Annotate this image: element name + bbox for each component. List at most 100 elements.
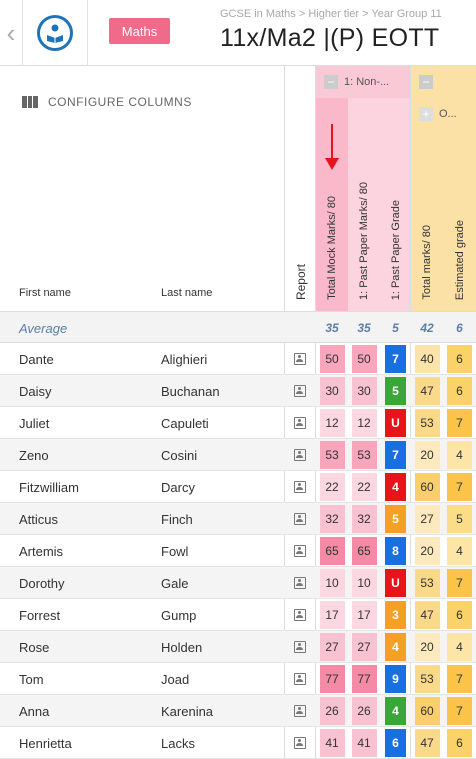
total-marks-cell[interactable]: 53 — [411, 567, 443, 599]
past-paper-grade-cell[interactable]: U — [380, 407, 411, 439]
total-mock-cell[interactable]: 10 — [316, 567, 348, 599]
total-marks-cell[interactable]: 47 — [411, 375, 443, 407]
past-paper-grade-cell[interactable]: 6 — [380, 727, 411, 759]
collapse-minus-icon[interactable]: − — [324, 75, 338, 89]
table-row[interactable]: Forrest Gump 17 17 3 47 6 — [0, 599, 476, 631]
report-cell[interactable] — [285, 535, 315, 567]
column-header-past-paper-grade[interactable]: 1: Past Paper Grade — [380, 90, 411, 300]
total-marks-cell[interactable]: 20 — [411, 535, 443, 567]
past-paper-grade-cell[interactable]: 5 — [380, 503, 411, 535]
estimated-grade-cell[interactable]: 6 — [443, 343, 476, 375]
report-cell[interactable] — [285, 599, 315, 631]
total-marks-cell[interactable]: 60 — [411, 695, 443, 727]
report-card-icon[interactable] — [294, 481, 306, 493]
total-mock-cell[interactable]: 30 — [316, 375, 348, 407]
report-card-icon[interactable] — [294, 385, 306, 397]
total-mock-cell[interactable]: 12 — [316, 407, 348, 439]
report-card-icon[interactable] — [294, 545, 306, 557]
report-cell[interactable] — [285, 375, 315, 407]
report-card-icon[interactable] — [294, 353, 306, 365]
estimated-grade-cell[interactable]: 7 — [443, 695, 476, 727]
past-paper-marks-cell[interactable]: 10 — [348, 567, 380, 599]
past-paper-marks-cell[interactable]: 77 — [348, 663, 380, 695]
estimated-grade-cell[interactable]: 6 — [443, 599, 476, 631]
table-row[interactable]: Anna Karenina 26 26 4 60 7 — [0, 695, 476, 727]
estimated-grade-cell[interactable]: 7 — [443, 407, 476, 439]
column-header-first-name[interactable]: First name — [19, 287, 71, 299]
back-chevron-icon[interactable]: ‹ — [0, 0, 22, 66]
table-row[interactable]: Henrietta Lacks 41 41 6 47 6 — [0, 727, 476, 759]
past-paper-grade-cell[interactable]: 4 — [380, 471, 411, 503]
total-mock-cell[interactable]: 53 — [316, 439, 348, 471]
past-paper-marks-cell[interactable]: 30 — [348, 375, 380, 407]
estimated-grade-cell[interactable]: 7 — [443, 663, 476, 695]
report-cell[interactable] — [285, 567, 315, 599]
report-cell[interactable] — [285, 695, 315, 727]
report-card-icon[interactable] — [294, 609, 306, 621]
report-cell[interactable] — [285, 663, 315, 695]
past-paper-marks-cell[interactable]: 50 — [348, 343, 380, 375]
report-card-icon[interactable] — [294, 513, 306, 525]
total-mock-cell[interactable]: 50 — [316, 343, 348, 375]
table-row[interactable]: Daisy Buchanan 30 30 5 47 6 — [0, 375, 476, 407]
past-paper-grade-cell[interactable]: 4 — [380, 695, 411, 727]
past-paper-grade-cell[interactable]: 5 — [380, 375, 411, 407]
column-header-total-mock[interactable]: Total Mock Marks/ 80 — [316, 90, 348, 300]
total-marks-cell[interactable]: 27 — [411, 503, 443, 535]
total-mock-cell[interactable]: 77 — [316, 663, 348, 695]
total-mock-cell[interactable]: 22 — [316, 471, 348, 503]
total-marks-cell[interactable]: 20 — [411, 439, 443, 471]
table-row[interactable]: Juliet Capuleti 12 12 U 53 7 — [0, 407, 476, 439]
report-cell[interactable] — [285, 439, 315, 471]
table-row[interactable]: Dorothy Gale 10 10 U 53 7 — [0, 567, 476, 599]
column-header-last-name[interactable]: Last name — [161, 287, 212, 299]
estimated-grade-cell[interactable]: 7 — [443, 471, 476, 503]
total-mock-cell[interactable]: 17 — [316, 599, 348, 631]
report-card-icon[interactable] — [294, 449, 306, 461]
column-header-total-marks[interactable]: Total marks/ 80 — [411, 90, 443, 300]
past-paper-grade-cell[interactable]: 7 — [380, 439, 411, 471]
past-paper-marks-cell[interactable]: 32 — [348, 503, 380, 535]
collapse-minus-icon[interactable]: − — [419, 75, 433, 89]
column-header-report[interactable]: Report — [285, 90, 316, 300]
past-paper-marks-cell[interactable]: 22 — [348, 471, 380, 503]
total-marks-cell[interactable]: 20 — [411, 631, 443, 663]
past-paper-grade-cell[interactable]: 4 — [380, 631, 411, 663]
total-marks-cell[interactable]: 53 — [411, 407, 443, 439]
past-paper-grade-cell[interactable]: 7 — [380, 343, 411, 375]
table-row[interactable]: Artemis Fowl 65 65 8 20 4 — [0, 535, 476, 567]
configure-columns-button[interactable]: CONFIGURE COLUMNS — [22, 95, 192, 109]
past-paper-grade-cell[interactable]: 8 — [380, 535, 411, 567]
estimated-grade-cell[interactable]: 4 — [443, 535, 476, 567]
table-row[interactable]: Fitzwilliam Darcy 22 22 4 60 7 — [0, 471, 476, 503]
table-row[interactable]: Tom Joad 77 77 9 53 7 — [0, 663, 476, 695]
report-cell[interactable] — [285, 727, 315, 759]
report-card-icon[interactable] — [294, 737, 306, 749]
report-card-icon[interactable] — [294, 673, 306, 685]
total-mock-cell[interactable]: 41 — [316, 727, 348, 759]
report-card-icon[interactable] — [294, 705, 306, 717]
past-paper-marks-cell[interactable]: 53 — [348, 439, 380, 471]
past-paper-marks-cell[interactable]: 12 — [348, 407, 380, 439]
total-marks-cell[interactable]: 53 — [411, 663, 443, 695]
past-paper-marks-cell[interactable]: 17 — [348, 599, 380, 631]
estimated-grade-cell[interactable]: 7 — [443, 567, 476, 599]
estimated-grade-cell[interactable]: 4 — [443, 631, 476, 663]
report-card-icon[interactable] — [294, 577, 306, 589]
report-card-icon[interactable] — [294, 641, 306, 653]
total-marks-cell[interactable]: 47 — [411, 727, 443, 759]
past-paper-marks-cell[interactable]: 26 — [348, 695, 380, 727]
table-row[interactable]: Rose Holden 27 27 4 20 4 — [0, 631, 476, 663]
total-mock-cell[interactable]: 32 — [316, 503, 348, 535]
report-cell[interactable] — [285, 471, 315, 503]
table-row[interactable]: Dante Alighieri 50 50 7 40 6 — [0, 343, 476, 375]
report-card-icon[interactable] — [294, 417, 306, 429]
past-paper-marks-cell[interactable]: 65 — [348, 535, 380, 567]
report-cell[interactable] — [285, 631, 315, 663]
total-marks-cell[interactable]: 60 — [411, 471, 443, 503]
estimated-grade-cell[interactable]: 6 — [443, 727, 476, 759]
avatar[interactable] — [22, 0, 88, 66]
column-header-estimated-grade[interactable]: Estimated grade — [443, 90, 476, 300]
past-paper-grade-cell[interactable]: 9 — [380, 663, 411, 695]
total-mock-cell[interactable]: 65 — [316, 535, 348, 567]
